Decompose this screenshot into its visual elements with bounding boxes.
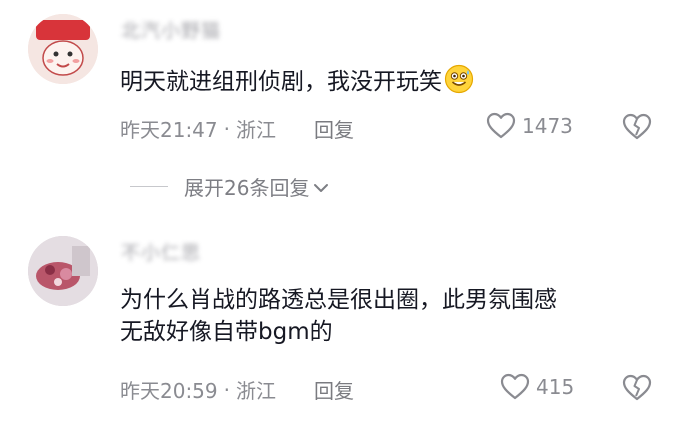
comment-time: 昨天20:59 [120, 379, 218, 403]
meta-separator: · [223, 377, 230, 402]
comment-location: 浙江 [236, 118, 276, 142]
avatar[interactable] [28, 14, 98, 84]
like-count: 415 [536, 375, 575, 399]
avatar-image [28, 236, 98, 306]
comment-time: 昨天21:47 [120, 118, 218, 142]
comment-item: 北汽小野猫 明天就进组刑侦剧，我没开玩笑 昨天21:47 · 浙江 回复 147… [0, 0, 690, 160]
avatar[interactable] [28, 236, 98, 306]
like-button[interactable]: 415 [500, 373, 574, 401]
dislike-button[interactable] [622, 113, 652, 145]
comment-item: 不小仁思 为什么肖战的路透总是很出圈，此男氛围感 无敌好像自带bgm的 昨天20… [0, 228, 690, 432]
expand-replies-button[interactable]: 展开26条回复 [130, 172, 329, 201]
reply-button[interactable]: 回复 [314, 114, 354, 143]
heart-icon [500, 373, 530, 400]
divider-line [130, 186, 168, 187]
dislike-button[interactable] [622, 374, 652, 406]
broken-heart-icon [622, 374, 652, 401]
comment-meta: 昨天20:59 · 浙江 回复 [120, 375, 354, 404]
heart-icon [486, 112, 516, 139]
like-count: 1473 [522, 114, 573, 138]
comment-text: 为什么肖战的路透总是很出圈，此男氛围感 无敌好像自带bgm的 [120, 287, 557, 345]
meta-separator: · [223, 116, 230, 141]
reply-button[interactable]: 回复 [314, 375, 354, 404]
comment-text: 明天就进组刑侦剧，我没开玩笑 [120, 64, 474, 103]
comment-list: 北汽小野猫 明天就进组刑侦剧，我没开玩笑 昨天21:47 · 浙江 回复 147… [0, 0, 690, 432]
avatar-image [28, 14, 98, 84]
username[interactable]: 不小仁思 [121, 238, 201, 265]
chevron-down-icon [313, 175, 329, 199]
comment-location: 浙江 [236, 379, 276, 403]
username[interactable]: 北汽小野猫 [121, 16, 221, 43]
expand-replies-label: 展开26条回复 [184, 176, 310, 200]
grinning-sweat-emoji-icon [444, 64, 474, 103]
like-button[interactable]: 1473 [486, 112, 573, 140]
comment-meta: 昨天21:47 · 浙江 回复 [120, 114, 354, 143]
broken-heart-icon [622, 113, 652, 140]
